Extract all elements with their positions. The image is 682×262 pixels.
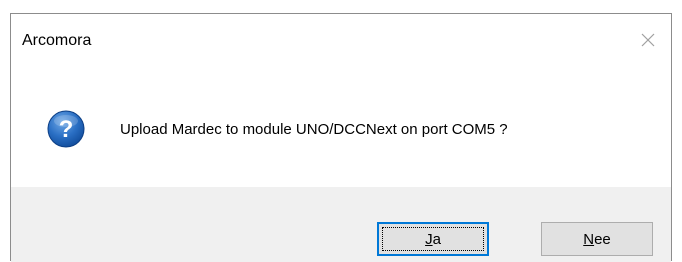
window-title: Arcomora	[22, 32, 92, 49]
svg-text:?: ?	[59, 116, 74, 143]
close-button[interactable]	[633, 26, 663, 54]
no-button[interactable]: Nee	[541, 222, 653, 256]
no-mnemonic: N	[583, 230, 595, 248]
yes-button-label: Ja	[425, 231, 441, 248]
question-icon: ?	[47, 110, 85, 148]
close-icon	[641, 33, 655, 47]
yes-mnemonic: J	[425, 230, 433, 248]
no-label-rest: ee	[594, 230, 611, 248]
button-bar: Ja Nee	[11, 187, 671, 262]
yes-button[interactable]: Ja	[377, 222, 489, 256]
yes-label-rest: a	[432, 230, 441, 248]
title-bar: Arcomora	[11, 14, 671, 66]
message-dialog: Arcomora ? Upload Mardec to module UNO/D…	[10, 13, 672, 262]
message-area: ? Upload Mardec to module UNO/DCCNext on…	[11, 66, 671, 187]
message-text: Upload Mardec to module UNO/DCCNext on p…	[120, 121, 508, 138]
no-button-label: Nee	[583, 231, 611, 248]
